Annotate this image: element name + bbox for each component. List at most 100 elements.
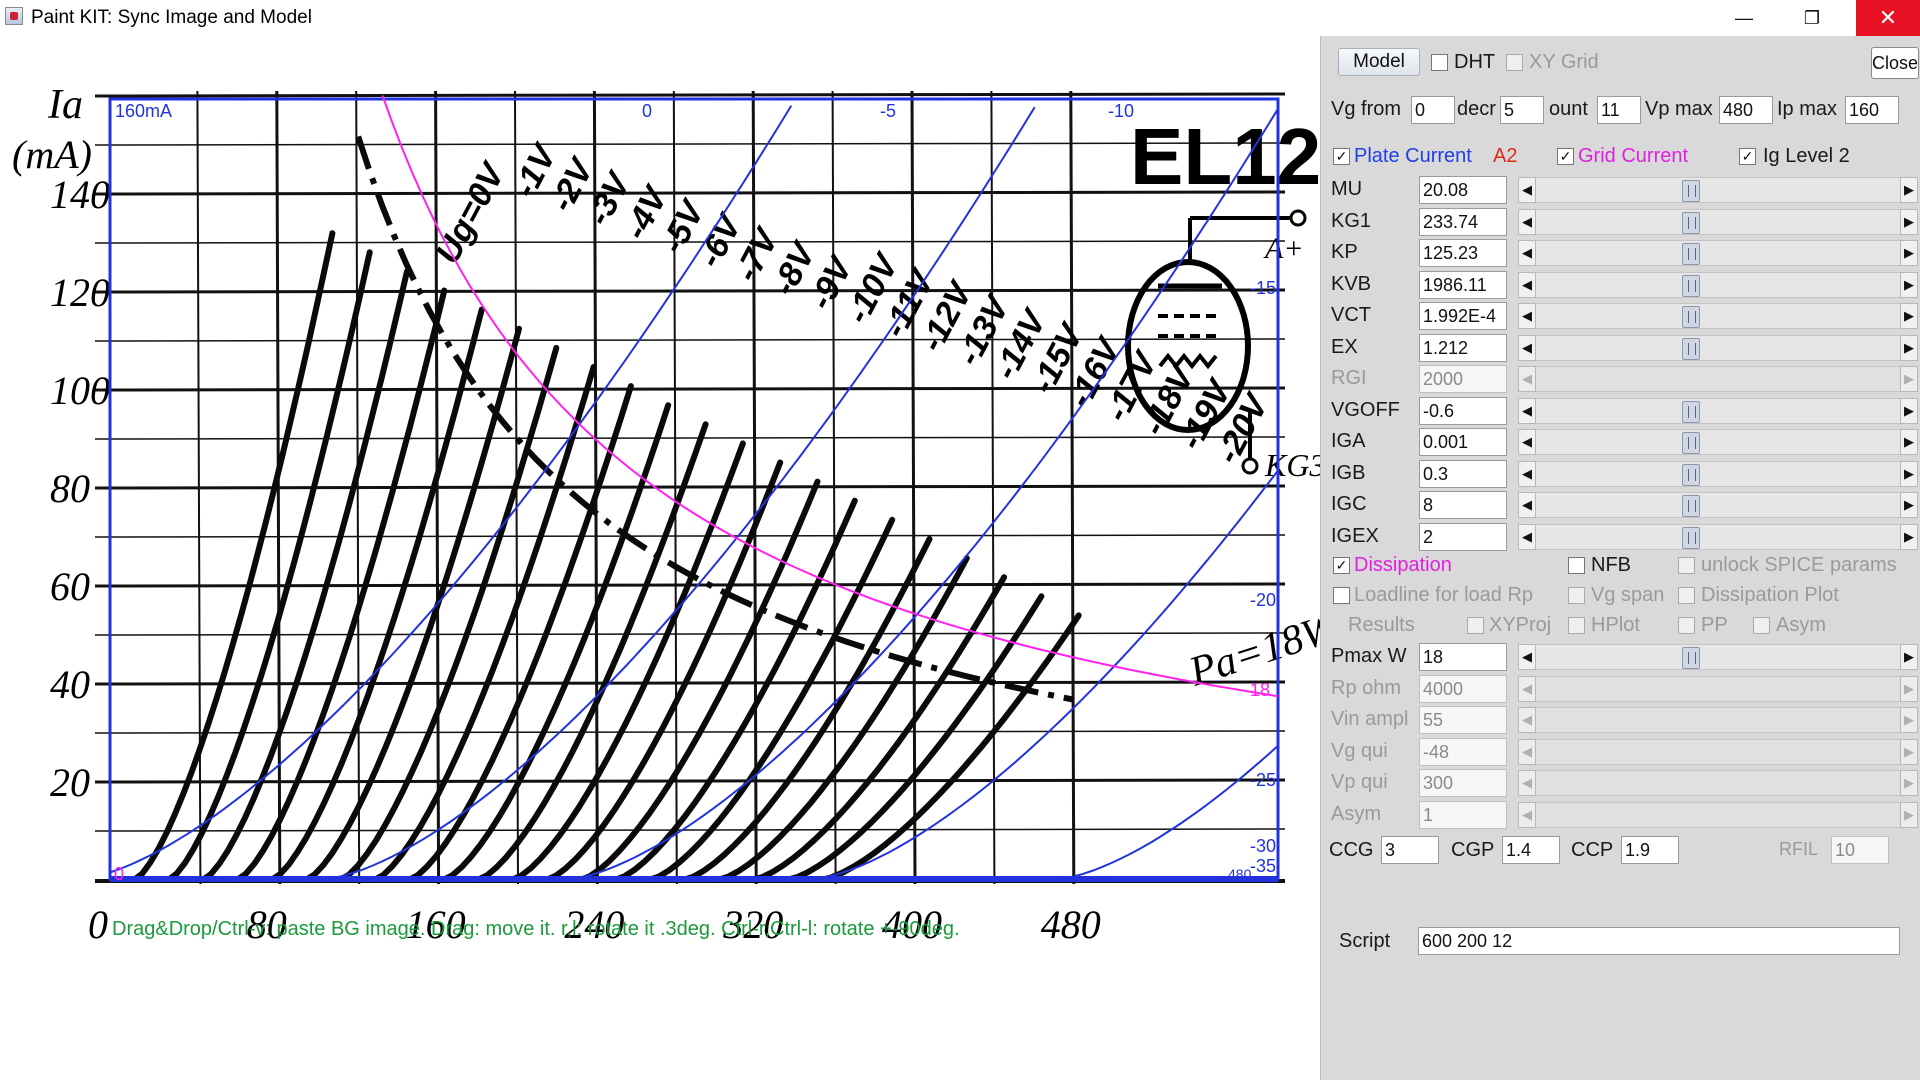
slider-left-arrow-icon[interactable]: ◀	[1518, 492, 1536, 518]
hplot-checkbox[interactable]	[1568, 617, 1585, 634]
slider-track[interactable]	[1536, 707, 1900, 733]
ccp-field[interactable]: 1.9	[1621, 836, 1679, 864]
param-value-field[interactable]: -48	[1419, 737, 1507, 766]
slider-track[interactable]	[1536, 397, 1900, 424]
plate-current-checkbox[interactable]: ✓	[1333, 148, 1350, 165]
graph-canvas[interactable]: EL12 Ia (mA) 140 120 100 80 60 40 20 0 80 160 240 320 4…	[0, 36, 1320, 1080]
window-close-button[interactable]: ✕	[1856, 0, 1920, 36]
slider-thumb[interactable]	[1682, 647, 1700, 669]
param-value-field[interactable]: 233.74	[1419, 207, 1507, 236]
slider-track[interactable]	[1536, 492, 1900, 518]
param-slider[interactable]: ◀ ▶	[1518, 492, 1918, 518]
dissipation-checkbox[interactable]: ✓	[1333, 557, 1350, 574]
slider-right-arrow-icon[interactable]: ▶	[1900, 523, 1918, 550]
param-value-field[interactable]: 0.3	[1419, 459, 1507, 488]
param-value-field[interactable]: 300	[1419, 769, 1507, 797]
slider-right-arrow-icon[interactable]: ▶	[1900, 208, 1918, 235]
param-slider[interactable]: ◀ ▶	[1518, 397, 1918, 424]
slider-left-arrow-icon[interactable]: ◀	[1518, 770, 1536, 796]
panel-close-button[interactable]: Close	[1871, 47, 1919, 79]
slider-right-arrow-icon[interactable]: ▶	[1900, 738, 1918, 765]
slider-right-arrow-icon[interactable]: ▶	[1900, 801, 1918, 828]
slider-left-arrow-icon[interactable]: ◀	[1518, 208, 1536, 235]
pp-checkbox[interactable]	[1678, 617, 1695, 634]
slider-left-arrow-icon[interactable]: ◀	[1518, 644, 1536, 670]
slider-left-arrow-icon[interactable]: ◀	[1518, 366, 1536, 392]
slider-track[interactable]	[1536, 675, 1900, 702]
slider-track[interactable]	[1536, 429, 1900, 455]
slider-thumb[interactable]	[1682, 274, 1700, 297]
vp-max-field[interactable]: 480	[1719, 96, 1773, 124]
ig-level2-checkbox[interactable]: ✓	[1739, 148, 1756, 165]
cgp-field[interactable]: 1.4	[1502, 836, 1560, 864]
param-slider[interactable]: ◀ ▶	[1518, 675, 1918, 702]
slider-track[interactable]	[1536, 303, 1900, 329]
param-value-field[interactable]: 2	[1419, 522, 1507, 551]
slider-left-arrow-icon[interactable]: ◀	[1518, 738, 1536, 765]
count-field[interactable]: 11	[1597, 96, 1641, 124]
slider-right-arrow-icon[interactable]: ▶	[1900, 271, 1918, 298]
xyproj-checkbox[interactable]	[1467, 617, 1484, 634]
slider-track[interactable]	[1536, 334, 1900, 361]
param-slider[interactable]: ◀ ▶	[1518, 240, 1918, 266]
param-slider[interactable]: ◀ ▶	[1518, 801, 1918, 828]
asym-checkbox[interactable]	[1753, 617, 1770, 634]
ccg-field[interactable]: 3	[1381, 836, 1439, 864]
slider-right-arrow-icon[interactable]: ▶	[1900, 644, 1918, 670]
slider-thumb[interactable]	[1682, 243, 1700, 265]
slider-left-arrow-icon[interactable]: ◀	[1518, 334, 1536, 361]
slider-track[interactable]	[1536, 271, 1900, 298]
slider-thumb[interactable]	[1682, 306, 1700, 328]
slider-right-arrow-icon[interactable]: ▶	[1900, 460, 1918, 487]
slider-track[interactable]	[1536, 177, 1900, 203]
dht-checkbox[interactable]	[1431, 54, 1448, 71]
param-value-field[interactable]: 55	[1419, 706, 1507, 734]
slider-right-arrow-icon[interactable]: ▶	[1900, 366, 1918, 392]
slider-right-arrow-icon[interactable]: ▶	[1900, 429, 1918, 455]
slider-track[interactable]	[1536, 460, 1900, 487]
nfb-checkbox[interactable]	[1568, 557, 1585, 574]
loadline-checkbox[interactable]	[1333, 587, 1350, 604]
slider-right-arrow-icon[interactable]: ▶	[1900, 770, 1918, 796]
slider-right-arrow-icon[interactable]: ▶	[1900, 177, 1918, 203]
grid-current-checkbox[interactable]: ✓	[1557, 148, 1574, 165]
param-value-field[interactable]: 18	[1419, 643, 1507, 671]
slider-left-arrow-icon[interactable]: ◀	[1518, 460, 1536, 487]
param-slider[interactable]: ◀ ▶	[1518, 460, 1918, 487]
slider-track[interactable]	[1536, 240, 1900, 266]
param-value-field[interactable]: 20.08	[1419, 176, 1507, 204]
slider-track[interactable]	[1536, 738, 1900, 765]
slider-right-arrow-icon[interactable]: ▶	[1900, 240, 1918, 266]
slider-thumb[interactable]	[1682, 526, 1700, 549]
param-value-field[interactable]: 1.212	[1419, 333, 1507, 362]
model-button[interactable]: Model	[1338, 48, 1420, 76]
slider-thumb[interactable]	[1682, 337, 1700, 360]
param-value-field[interactable]: 4000	[1419, 674, 1507, 703]
slider-track[interactable]	[1536, 644, 1900, 670]
slider-track[interactable]	[1536, 523, 1900, 550]
decr-field[interactable]: 5	[1500, 96, 1544, 124]
slider-thumb[interactable]	[1682, 180, 1700, 202]
param-slider[interactable]: ◀ ▶	[1518, 644, 1918, 670]
slider-right-arrow-icon[interactable]: ▶	[1900, 707, 1918, 733]
param-slider[interactable]: ◀ ▶	[1518, 770, 1918, 796]
slider-left-arrow-icon[interactable]: ◀	[1518, 707, 1536, 733]
slider-left-arrow-icon[interactable]: ◀	[1518, 801, 1536, 828]
slider-thumb[interactable]	[1682, 495, 1700, 517]
unlock-spice-checkbox[interactable]	[1678, 557, 1695, 574]
param-value-field[interactable]: 1.992E-4	[1419, 302, 1507, 330]
slider-thumb[interactable]	[1682, 463, 1700, 486]
slider-track[interactable]	[1536, 366, 1900, 392]
ip-max-field[interactable]: 160	[1845, 96, 1899, 124]
slider-left-arrow-icon[interactable]: ◀	[1518, 523, 1536, 550]
param-slider[interactable]: ◀ ▶	[1518, 271, 1918, 298]
param-slider[interactable]: ◀ ▶	[1518, 707, 1918, 733]
param-value-field[interactable]: 8	[1419, 491, 1507, 519]
slider-left-arrow-icon[interactable]: ◀	[1518, 429, 1536, 455]
slider-right-arrow-icon[interactable]: ▶	[1900, 492, 1918, 518]
slider-right-arrow-icon[interactable]: ▶	[1900, 675, 1918, 702]
dissipation-plot-checkbox[interactable]	[1678, 587, 1695, 604]
param-value-field[interactable]: 1	[1419, 800, 1507, 829]
slider-right-arrow-icon[interactable]: ▶	[1900, 397, 1918, 424]
param-value-field[interactable]: 2000	[1419, 365, 1507, 393]
